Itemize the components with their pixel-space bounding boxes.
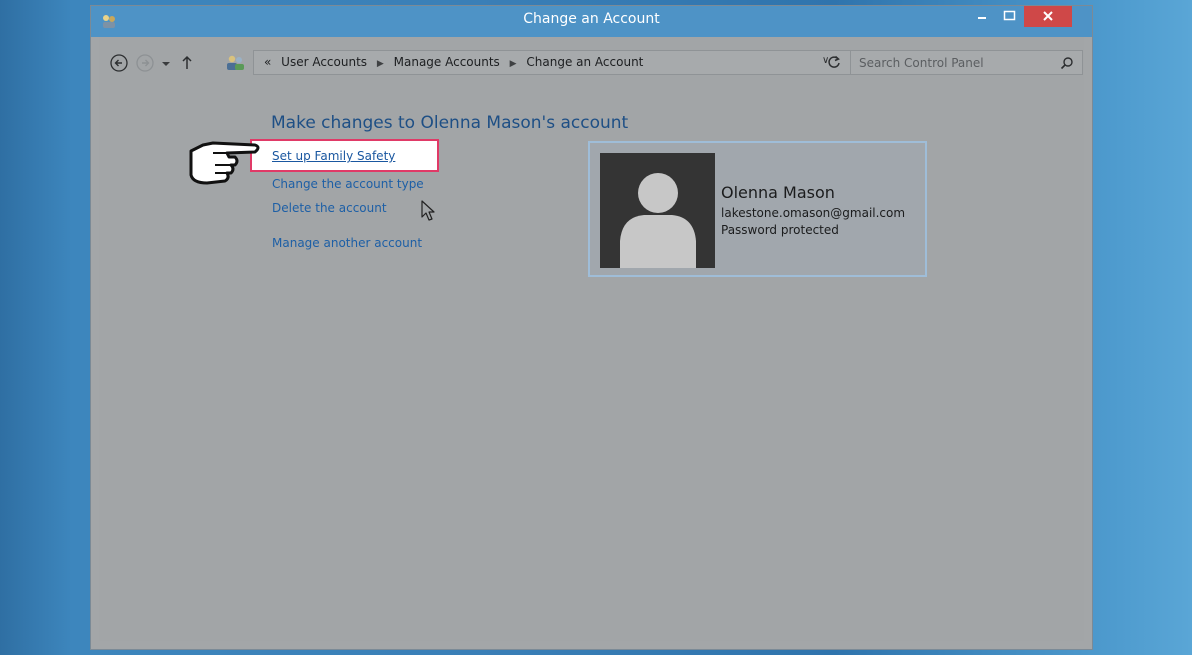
maximize-icon xyxy=(1003,10,1016,21)
refresh-icon[interactable] xyxy=(824,50,844,75)
up-arrow-icon[interactable] xyxy=(179,53,195,73)
user-accounts-icon xyxy=(227,55,244,70)
breadcrumb-user-accounts[interactable]: User Accounts xyxy=(281,55,367,69)
title-bar[interactable]: Change an Account xyxy=(91,6,1092,37)
back-arrow-icon[interactable] xyxy=(109,53,129,73)
minimize-button[interactable] xyxy=(968,6,996,27)
mouse-cursor-icon xyxy=(421,200,435,221)
close-button[interactable] xyxy=(1024,6,1072,27)
breadcrumb-manage-accounts[interactable]: Manage Accounts xyxy=(394,55,500,69)
forward-arrow-icon[interactable] xyxy=(135,53,155,73)
account-name: Olenna Mason xyxy=(721,183,835,202)
control-panel-window: Change an Account « User Accounts ▶ Mana… xyxy=(91,6,1092,649)
breadcrumb-change-an-account[interactable]: Change an Account xyxy=(526,55,643,69)
page-title: Make changes to Olenna Mason's account xyxy=(271,113,629,133)
set-up-family-safety-link[interactable]: Set up Family Safety xyxy=(272,149,395,163)
breadcrumb-overflow[interactable]: « xyxy=(264,55,271,69)
breadcrumb-separator-icon[interactable]: ▶ xyxy=(377,59,384,69)
address-bar[interactable]: « User Accounts ▶ Manage Accounts ▶ Chan… xyxy=(253,50,853,75)
pointing-hand-icon xyxy=(189,141,260,185)
manage-another-account-link[interactable]: Manage another account xyxy=(272,236,422,250)
search-box[interactable]: Search Control Panel xyxy=(850,50,1083,75)
maximize-button[interactable] xyxy=(996,6,1023,27)
breadcrumb: « User Accounts ▶ Manage Accounts ▶ Chan… xyxy=(264,55,643,69)
account-status: Password protected xyxy=(721,223,839,237)
delete-account-link[interactable]: Delete the account xyxy=(272,201,387,215)
search-input[interactable]: Search Control Panel xyxy=(859,56,984,70)
window-content: « User Accounts ▶ Manage Accounts ▶ Chan… xyxy=(99,37,1084,641)
breadcrumb-separator-icon[interactable]: ▶ xyxy=(510,59,517,69)
change-account-type-link[interactable]: Change the account type xyxy=(272,177,424,191)
account-email: lakestone.omason@gmail.com xyxy=(721,206,906,220)
recent-locations-chevron-icon[interactable] xyxy=(159,53,173,73)
window-title: Change an Account xyxy=(523,11,660,27)
user-silhouette-icon xyxy=(620,173,696,268)
minimize-icon xyxy=(978,17,986,19)
avatar xyxy=(600,153,715,268)
close-icon xyxy=(1043,11,1053,21)
search-icon[interactable] xyxy=(1060,56,1074,70)
account-card: Olenna Mason lakestone.omason@gmail.com … xyxy=(588,141,927,277)
